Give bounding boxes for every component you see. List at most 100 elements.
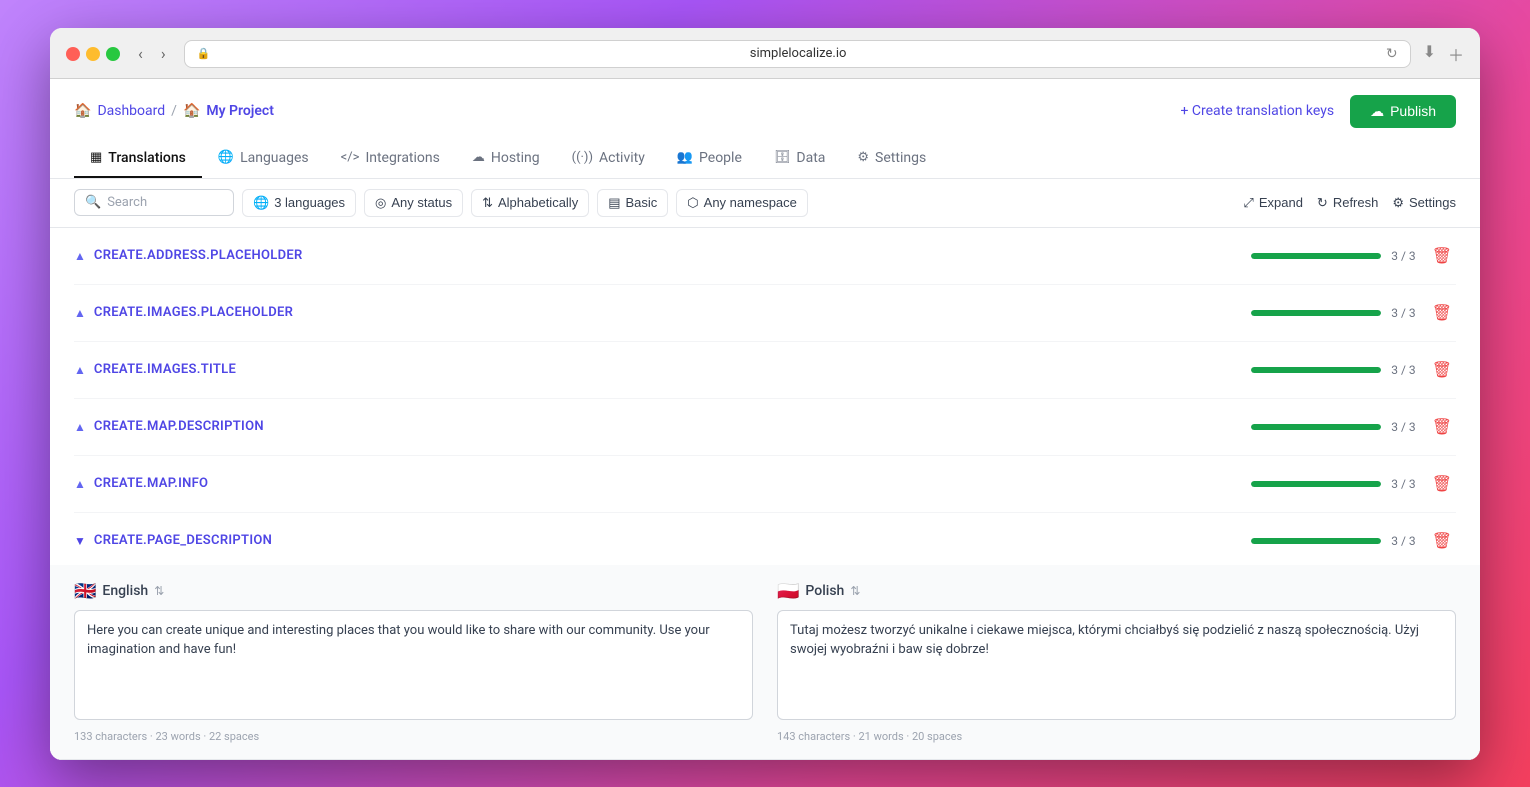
publish-button[interactable]: ☁ Publish — [1350, 95, 1456, 128]
translation-progress: 3 / 3 — [1251, 534, 1415, 548]
forward-button[interactable]: › — [155, 42, 172, 65]
refresh-button[interactable]: ↻ Refresh — [1317, 195, 1378, 211]
code-icon: </> — [341, 150, 360, 165]
collapse-icon[interactable]: ▲ — [74, 420, 86, 434]
progress-bar-fill — [1251, 481, 1381, 487]
expanded-translation-section: 🇬🇧 English ⇅ 133 characters · 23 words ·… — [50, 565, 1480, 760]
table-row: ▼ CREATE.PAGE_DESCRIPTION 3 / 3 🗑 — [74, 513, 1456, 565]
back-button[interactable]: ‹ — [132, 42, 149, 65]
translation-key[interactable]: CREATE.MAP.DESCRIPTION — [94, 419, 1251, 434]
status-filter-button[interactable]: ◎ Any status — [364, 189, 463, 217]
translation-key[interactable]: CREATE.MAP.INFO — [94, 476, 1251, 491]
url-text: simplelocalize.io — [216, 46, 1380, 61]
tab-translations[interactable]: ▦ Translations — [74, 140, 202, 178]
toolbar: 🔍 Search 🌐 3 languages ◎ Any status ⇅ Al… — [50, 179, 1480, 228]
app-header: 🏠 Dashboard / 🏠 My Project + Create tran… — [50, 79, 1480, 179]
translation-progress: 3 / 3 — [1251, 363, 1415, 377]
table-row: ▲ CREATE.MAP.DESCRIPTION 3 / 3 🗑 — [74, 399, 1456, 456]
breadcrumb-separator: / — [171, 103, 177, 119]
table-row: ▲ CREATE.IMAGES.PLACEHOLDER 3 / 3 🗑 — [74, 285, 1456, 342]
translation-key[interactable]: CREATE.ADDRESS.PLACEHOLDER — [94, 248, 1251, 263]
tab-activity[interactable]: ((·)) Activity — [556, 140, 661, 178]
english-translation-input[interactable] — [74, 610, 753, 720]
globe-icon: 🌐 — [218, 150, 234, 165]
progress-bar — [1251, 253, 1381, 259]
collapse-icon[interactable]: ▲ — [74, 363, 86, 377]
breadcrumb: 🏠 Dashboard / 🏠 My Project — [74, 103, 274, 119]
translation-key[interactable]: CREATE.PAGE_DESCRIPTION — [94, 533, 1251, 548]
activity-icon: ((·)) — [572, 150, 593, 165]
polish-sort-icon[interactable]: ⇅ — [850, 584, 860, 598]
tab-integrations[interactable]: </> Integrations — [325, 140, 456, 178]
minimize-traffic-light[interactable] — [86, 47, 100, 61]
polish-language-name: Polish — [805, 583, 844, 599]
expand-button[interactable]: ⤢ Expand — [1243, 195, 1303, 211]
people-icon: 👥 — [677, 150, 693, 165]
english-language-name: English — [102, 583, 148, 599]
sort-filter-button[interactable]: ⇅ Alphabetically — [471, 189, 589, 217]
polish-translation-input[interactable] — [777, 610, 1456, 720]
status-icon: ◎ — [375, 195, 386, 211]
progress-bar — [1251, 367, 1381, 373]
create-translation-keys-button[interactable]: + Create translation keys — [1180, 103, 1334, 119]
progress-bar-fill — [1251, 538, 1381, 544]
progress-count: 3 / 3 — [1391, 477, 1415, 491]
settings-nav-icon: ⚙ — [857, 150, 869, 165]
browser-top-bar: ‹ › 🔒 simplelocalize.io ↻ ⬇ ＋ — [66, 40, 1464, 68]
download-icon[interactable]: ⬇ — [1423, 42, 1436, 66]
project-emoji: 🏠 — [183, 103, 200, 119]
collapse-icon[interactable]: ▲ — [74, 306, 86, 320]
english-flag-icon: 🇬🇧 — [74, 581, 96, 602]
search-box[interactable]: 🔍 Search — [74, 189, 234, 216]
translations-icon: ▦ — [90, 150, 102, 165]
delete-button[interactable]: 🗑 — [1428, 413, 1456, 441]
translation-progress: 3 / 3 — [1251, 306, 1415, 320]
settings-button[interactable]: ⚙ Settings — [1392, 195, 1456, 211]
view-icon: ▤ — [608, 195, 620, 211]
tab-hosting[interactable]: ☁ Hosting — [456, 140, 556, 178]
expand-icon[interactable]: ▼ — [74, 534, 86, 548]
delete-button[interactable]: 🗑 — [1428, 470, 1456, 498]
breadcrumb-project-name[interactable]: My Project — [206, 103, 274, 119]
view-filter-button[interactable]: ▤ Basic — [597, 189, 668, 217]
translation-list: ▲ CREATE.ADDRESS.PLACEHOLDER 3 / 3 🗑 ▲ C… — [50, 228, 1480, 565]
table-row: ▲ CREATE.IMAGES.TITLE 3 / 3 🗑 — [74, 342, 1456, 399]
tab-data[interactable]: 🗄 Data — [758, 140, 842, 178]
expand-icon: ⤢ — [1243, 195, 1253, 211]
tab-settings[interactable]: ⚙ Settings — [841, 140, 942, 178]
toolbar-right: ⤢ Expand ↻ Refresh ⚙ Settings — [1243, 195, 1456, 211]
languages-filter-button[interactable]: 🌐 3 languages — [242, 189, 356, 217]
namespace-filter-button[interactable]: ⬡ Any namespace — [676, 189, 808, 217]
polish-language-header: 🇵🇱 Polish ⇅ — [777, 581, 1456, 602]
search-placeholder: Search — [107, 195, 147, 210]
translation-key[interactable]: CREATE.IMAGES.TITLE — [94, 362, 1251, 377]
collapse-icon[interactable]: ▲ — [74, 477, 86, 491]
breadcrumb-dashboard[interactable]: Dashboard — [97, 103, 165, 119]
tab-integrations-label: Integrations — [365, 150, 439, 166]
english-sort-icon[interactable]: ⇅ — [154, 584, 164, 598]
progress-count: 3 / 3 — [1391, 306, 1415, 320]
progress-count: 3 / 3 — [1391, 363, 1415, 377]
address-bar[interactable]: 🔒 simplelocalize.io ↻ — [184, 40, 1411, 68]
delete-button[interactable]: 🗑 — [1428, 299, 1456, 327]
refresh-icon: ↻ — [1317, 195, 1328, 211]
collapse-icon[interactable]: ▲ — [74, 249, 86, 263]
delete-button[interactable]: 🗑 — [1428, 527, 1456, 555]
sort-icon: ⇅ — [482, 195, 493, 211]
translation-key[interactable]: CREATE.IMAGES.PLACEHOLDER — [94, 305, 1251, 320]
tab-translations-label: Translations — [108, 150, 186, 166]
reload-button[interactable]: ↻ — [1386, 46, 1398, 62]
close-traffic-light[interactable] — [66, 47, 80, 61]
new-tab-icon[interactable]: ＋ — [1448, 42, 1464, 66]
polish-column: 🇵🇱 Polish ⇅ 143 characters · 21 words · … — [777, 581, 1456, 743]
delete-button[interactable]: 🗑 — [1428, 242, 1456, 270]
breadcrumb-row: 🏠 Dashboard / 🏠 My Project + Create tran… — [74, 95, 1456, 128]
polish-flag-icon: 🇵🇱 — [777, 581, 799, 602]
language-columns: 🇬🇧 English ⇅ 133 characters · 23 words ·… — [74, 581, 1456, 743]
fullscreen-traffic-light[interactable] — [106, 47, 120, 61]
tab-languages[interactable]: 🌐 Languages — [202, 140, 325, 178]
tab-people-label: People — [699, 150, 742, 166]
english-language-header: 🇬🇧 English ⇅ — [74, 581, 753, 602]
tab-people[interactable]: 👥 People — [661, 140, 758, 178]
delete-button[interactable]: 🗑 — [1428, 356, 1456, 384]
